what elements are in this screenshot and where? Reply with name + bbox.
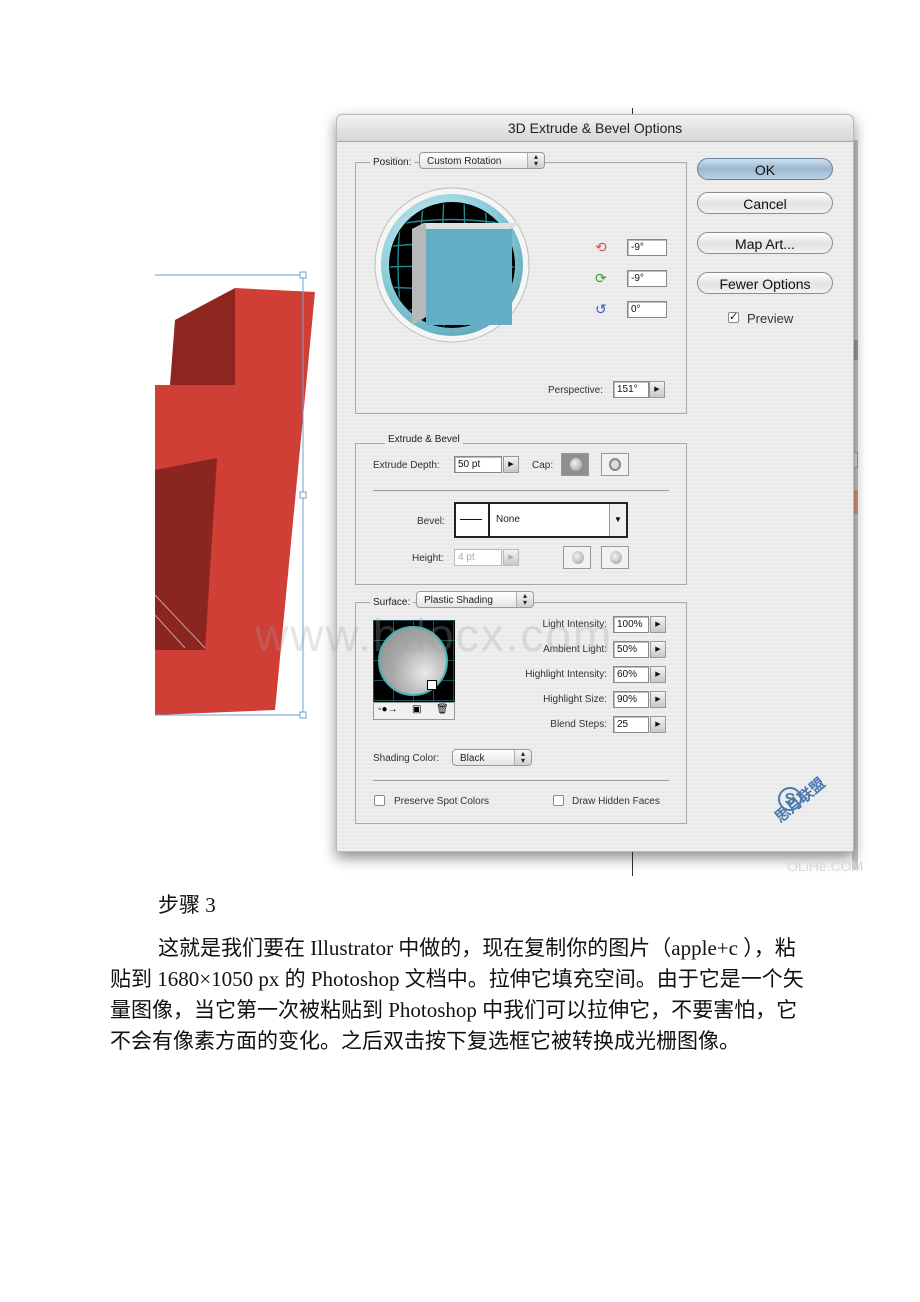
bevel-out-icon (572, 551, 584, 564)
new-light-icon[interactable]: ▣ (412, 704, 421, 715)
preview-label: Preview (747, 311, 794, 326)
height-slider-button[interactable]: ▶ (503, 549, 519, 566)
extrude-bevel-dialog: 3D Extrude & Bevel Options Position: Cus… (336, 114, 854, 852)
perspective-slider-button[interactable]: ▶ (649, 381, 665, 398)
draw-hidden-faces-label: Draw Hidden Faces (572, 796, 660, 807)
updown-arrows-icon: ▴ ▾ (516, 592, 533, 607)
preserve-spot-colors-checkbox[interactable] (374, 795, 385, 806)
surface-param-slider-button[interactable]: ▶ (650, 716, 666, 733)
surface-param-field[interactable]: 100% (613, 616, 649, 633)
surface-param-field[interactable]: 50% (613, 641, 649, 658)
surface-label: Surface: (370, 597, 414, 608)
rotation-x-field[interactable]: -9° (627, 239, 667, 256)
surface-param-slider-button[interactable]: ▶ (650, 616, 666, 633)
bevel-select[interactable]: None ▼ (454, 502, 628, 538)
draw-hidden-faces-checkbox[interactable] (553, 795, 564, 806)
selection-handle-mid-right (299, 491, 307, 499)
cube-front-face (426, 229, 512, 325)
height-label: Height: (412, 553, 444, 564)
updown-arrows-icon: ▴ ▾ (514, 750, 531, 765)
surface-divider (373, 780, 669, 781)
surface-param-field[interactable]: 60% (613, 666, 649, 683)
delete-light-icon[interactable]: 🗑 (436, 704, 449, 715)
surface-param-field[interactable]: 25 (613, 716, 649, 733)
fewer-options-button[interactable]: Fewer Options (697, 272, 833, 294)
extrude-bevel-group-label: Extrude & Bevel (385, 434, 463, 445)
rotation-z-field[interactable]: 0° (627, 301, 667, 318)
cap-label: Cap: (532, 460, 554, 471)
watermark-logo: S 思月联盟 (742, 765, 852, 855)
updown-arrows-icon: ▴ ▾ (527, 153, 544, 168)
surface-param-slider-button[interactable]: ▶ (650, 641, 666, 658)
extrude-depth-field[interactable]: 50 pt (454, 456, 502, 473)
letter-side-top (170, 288, 235, 385)
center-watermark: www.bdocx.com (255, 609, 614, 661)
step-heading: 步骤 3 (158, 893, 216, 917)
cube-top-face (412, 223, 522, 229)
move-light-to-back-icon[interactable]: ◦●→ (378, 704, 398, 715)
surface-param-slider-button[interactable]: ▶ (650, 691, 666, 708)
bevel-dropdown-arrow-icon: ▼ (609, 504, 626, 536)
shading-color-label: Shading Color: (373, 753, 440, 764)
bevel-out-button[interactable] (563, 546, 591, 569)
cap-off-button[interactable] (601, 453, 629, 476)
bevel-value: None (496, 514, 520, 525)
bevel-preview-swatch (456, 504, 490, 536)
height-field[interactable]: 4 pt (454, 549, 502, 566)
position-preset-value: Custom Rotation (427, 156, 502, 167)
shading-color-select[interactable]: Black ▴ ▾ (452, 749, 532, 766)
step-paragraph: 这就是我们要在 Illustrator 中做的，现在复制你的图片（apple+c… (110, 936, 804, 1053)
position-label: Position: (370, 157, 415, 168)
surface-param-label: Highlight Intensity: (525, 669, 607, 680)
cursor-line-bottom (632, 850, 633, 876)
preserve-spot-colors-label: Preserve Spot Colors (394, 796, 490, 807)
perspective-field[interactable]: 151° (613, 381, 649, 398)
perspective-label: Perspective: (548, 385, 604, 396)
extrude-divider (373, 490, 669, 491)
light-source-handle[interactable] (427, 680, 437, 690)
surface-select[interactable]: Plastic Shading ▴ ▾ (416, 591, 534, 608)
cap-on-button[interactable] (561, 453, 589, 476)
rotation-track-cube[interactable] (374, 187, 530, 343)
preview-checkbox[interactable]: ✓ (728, 312, 739, 323)
surface-param-slider-button[interactable]: ▶ (650, 666, 666, 683)
surface-param-field[interactable]: 90% (613, 691, 649, 708)
rotate-z-axis-icon: ↺ (595, 301, 607, 317)
light-controls-bar: ◦●→ ▣ 🗑 (373, 702, 455, 720)
position-preset-select[interactable]: Custom Rotation ▴ ▾ (419, 152, 545, 169)
document-body: 步骤 3 这就是我们要在 Illustrator 中做的，现在复制你的图片（ap… (110, 890, 810, 1057)
surface-param-label: Highlight Size: (543, 694, 607, 705)
cancel-button[interactable]: Cancel (697, 192, 833, 214)
bevel-in-button[interactable] (601, 546, 629, 569)
extrude-depth-label: Extrude Depth: (373, 460, 440, 471)
rotate-x-axis-icon: ⟲ (595, 239, 607, 255)
rotation-y-field[interactable]: -9° (627, 270, 667, 287)
cap-off-icon (609, 458, 621, 471)
bevel-in-icon (610, 551, 622, 564)
dialog-title[interactable]: 3D Extrude & Bevel Options (337, 115, 853, 142)
surface-param-label: Blend Steps: (550, 719, 607, 730)
bevel-label: Bevel: (417, 516, 445, 527)
cube-left-face (412, 223, 426, 325)
extrude-depth-slider-button[interactable]: ▶ (503, 456, 519, 473)
corner-watermark: OLiHe.COM (787, 858, 864, 874)
selection-handle-top-right (299, 271, 307, 279)
cap-on-icon (570, 458, 582, 471)
ok-button[interactable]: OK (697, 158, 833, 180)
selection-handle-bottom-right (299, 711, 307, 719)
map-art-button[interactable]: Map Art... (697, 232, 833, 254)
shading-color-value: Black (460, 753, 485, 764)
surface-value: Plastic Shading (424, 595, 493, 606)
rotate-y-axis-icon: ⟳ (595, 270, 607, 286)
